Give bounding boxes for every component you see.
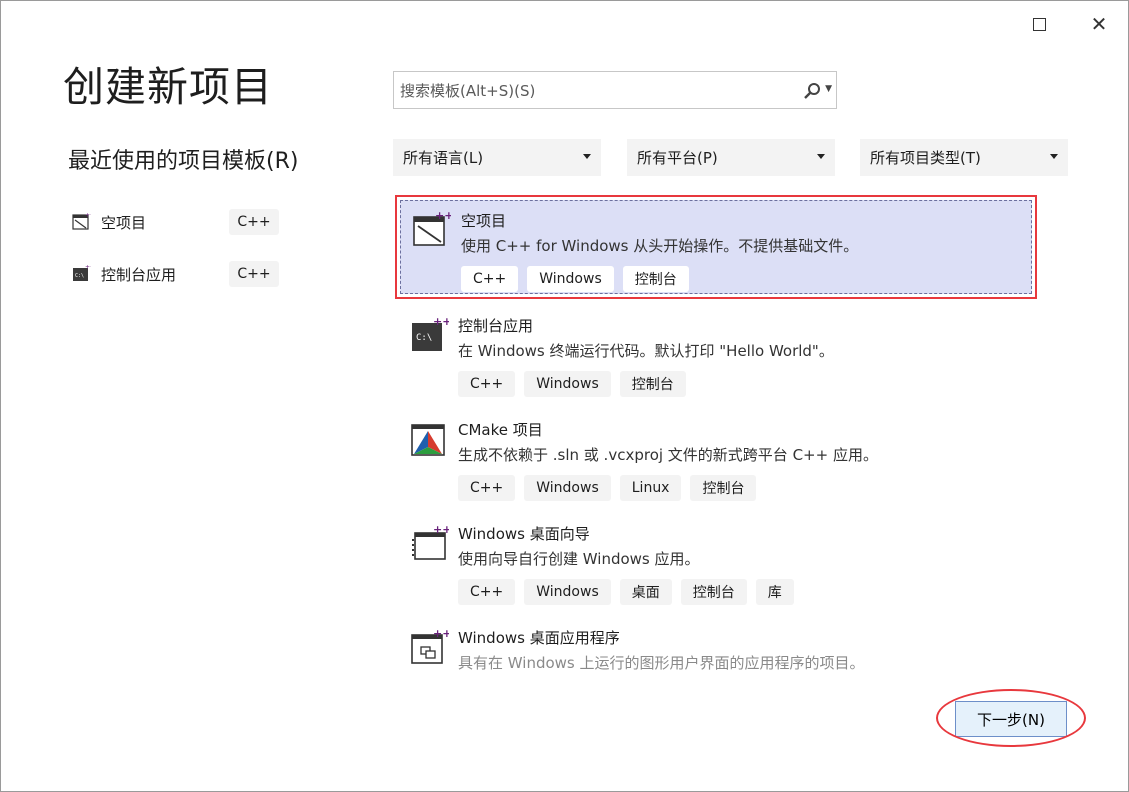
empty-project-icon: ++ [72, 212, 91, 230]
recent-item-label: 控制台应用 [101, 265, 177, 284]
tag: 控制台 [622, 266, 689, 292]
close-button[interactable]: ✕ [1084, 12, 1114, 36]
template-name: Windows 桌面向导 [458, 525, 590, 543]
tag: 控制台 [619, 371, 686, 397]
template-search-box[interactable]: ▼ [393, 71, 837, 109]
tag: C++ [458, 475, 516, 501]
platform-filter[interactable]: 所有平台(P) [627, 139, 835, 176]
desktop-app-icon: ++ [411, 627, 449, 664]
template-tags: C++ Windows 控制台 [458, 371, 686, 397]
svg-text:++: ++ [435, 209, 451, 222]
template-description: 使用 C++ for Windows 从头开始操作。不提供基础文件。 [461, 237, 859, 255]
desktop-wizard-icon: ++ [412, 523, 449, 560]
svg-text:C:\: C:\ [416, 333, 432, 343]
template-item-windows-desktop-app[interactable]: ++ Windows 桌面应用程序 具有在 Windows 上运行的图形用户界面… [395, 613, 1037, 673]
svg-text:++: ++ [433, 523, 449, 536]
template-item-windows-desktop-wizard[interactable]: ++ Windows 桌面向导 使用向导自行创建 Windows 应用。 C++… [395, 509, 1037, 613]
tag: 控制台 [680, 579, 747, 605]
maximize-icon [1032, 17, 1046, 31]
template-description: 使用向导自行创建 Windows 应用。 [458, 550, 700, 568]
recent-item-console-app[interactable]: C:\ ++ 控制台应用 C++ [71, 261, 281, 287]
tag: 桌面 [619, 579, 672, 605]
template-tags: C++ Windows 桌面 控制台 库 [458, 579, 794, 605]
recent-item-tag: C++ [229, 261, 279, 287]
tag: C++ [458, 579, 516, 605]
svg-text:++: ++ [85, 264, 91, 271]
tag: Windows [527, 266, 614, 292]
svg-text:++: ++ [433, 627, 449, 640]
template-tags: C++ Windows 控制台 [461, 266, 689, 292]
svg-text:++: ++ [433, 315, 449, 328]
recent-item-label: 空项目 [101, 213, 147, 232]
platform-filter-label: 所有平台(P) [637, 149, 718, 167]
template-item-console-app[interactable]: C:\ ++ 控制台应用 在 Windows 终端运行代码。默认打印 "Hell… [395, 301, 1037, 405]
template-tags: C++ Windows Linux 控制台 [458, 475, 757, 501]
tag: Windows [524, 371, 611, 397]
console-app-icon: C:\ ++ [73, 264, 91, 281]
chevron-down-icon [583, 154, 591, 159]
template-name: Windows 桌面应用程序 [458, 629, 620, 647]
project-type-filter[interactable]: 所有项目类型(T) [860, 139, 1068, 176]
cmake-icon [411, 424, 445, 456]
template-description: 生成不依赖于 .sln 或 .vcxproj 文件的新式跨平台 C++ 应用。 [458, 446, 878, 464]
tag: Windows [524, 475, 611, 501]
empty-project-icon: ++ [413, 209, 451, 246]
chevron-down-icon [817, 154, 825, 159]
search-options-chevron-icon[interactable]: ▼ [825, 84, 832, 94]
template-name: CMake 项目 [458, 421, 543, 439]
recent-item-empty-project[interactable]: ++ 空项目 C++ [71, 209, 281, 235]
tag: C++ [461, 266, 519, 292]
tag: 控制台 [690, 475, 757, 501]
project-type-filter-label: 所有项目类型(T) [870, 149, 981, 167]
recent-item-tag: C++ [229, 209, 279, 235]
template-description: 在 Windows 终端运行代码。默认打印 "Hello World"。 [458, 342, 834, 360]
tag: Windows [524, 579, 611, 605]
template-item-empty-project[interactable]: ++ 空项目 使用 C++ for Windows 从头开始操作。不提供基础文件… [395, 195, 1037, 299]
chevron-down-icon [1050, 154, 1058, 159]
language-filter-label: 所有语言(L) [403, 149, 484, 167]
svg-text:++: ++ [85, 212, 91, 219]
console-app-icon: C:\ ++ [412, 315, 449, 351]
tag: 库 [755, 579, 794, 605]
template-description: 具有在 Windows 上运行的图形用户界面的应用程序的项目。 [458, 654, 865, 672]
recent-templates-heading: 最近使用的项目模板(R) [68, 149, 299, 174]
language-filter[interactable]: 所有语言(L) [393, 139, 601, 176]
search-icon[interactable] [802, 81, 822, 101]
tag: Linux [619, 475, 682, 501]
next-button[interactable]: 下一步(N) [955, 701, 1067, 737]
search-input[interactable] [398, 78, 782, 104]
template-name: 控制台应用 [458, 317, 534, 335]
template-name: 空项目 [461, 212, 507, 230]
maximize-button[interactable] [1024, 13, 1054, 35]
svg-text:C:\: C:\ [75, 273, 84, 279]
tag: C++ [458, 371, 516, 397]
template-item-cmake-project[interactable]: CMake 项目 生成不依赖于 .sln 或 .vcxproj 文件的新式跨平台… [395, 405, 1037, 509]
create-project-window: ✕ 创建新项目 最近使用的项目模板(R) ++ 空项目 C++ C:\ ++ 控… [0, 0, 1129, 792]
page-title: 创建新项目 [63, 63, 273, 111]
close-icon: ✕ [1090, 12, 1108, 36]
